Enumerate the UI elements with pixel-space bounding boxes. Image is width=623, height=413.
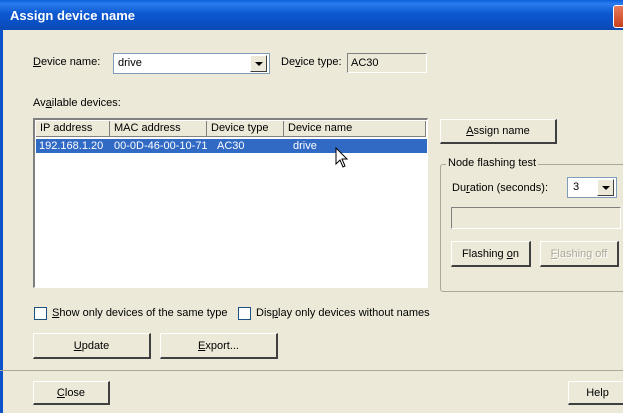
flashing-off-button[interactable]: Flashing off bbox=[540, 241, 619, 267]
title-bar: Assign device name bbox=[0, 0, 623, 30]
cell-device-type: AC30 bbox=[217, 140, 245, 152]
cell-ip: 192.168.1.20 bbox=[39, 140, 104, 152]
column-header-ip[interactable]: IP address bbox=[36, 121, 110, 137]
device-name-dropdown-icon[interactable] bbox=[250, 55, 267, 72]
column-header-device-type[interactable]: Device type bbox=[207, 121, 284, 137]
export-button[interactable]: Export... bbox=[160, 333, 278, 359]
close-button[interactable]: Close bbox=[33, 381, 110, 405]
table-row[interactable]: 192.168.1.20 00-0D-46-00-10-71 AC30 driv… bbox=[36, 139, 427, 153]
window-close-button[interactable] bbox=[613, 5, 623, 28]
no-names-checkbox[interactable] bbox=[238, 307, 251, 320]
available-devices-list[interactable]: IP address MAC address Device type Devic… bbox=[33, 118, 428, 288]
same-type-checkbox[interactable] bbox=[34, 307, 47, 320]
cell-device-name: drive bbox=[293, 140, 317, 152]
update-button[interactable]: Update bbox=[33, 333, 151, 359]
device-type-value: AC30 bbox=[351, 57, 379, 69]
mouse-cursor-icon bbox=[335, 147, 349, 168]
device-name-value: drive bbox=[118, 57, 142, 69]
flashing-progress-field bbox=[451, 207, 621, 229]
window-title: Assign device name bbox=[10, 8, 135, 23]
column-header-device-name[interactable]: Device name bbox=[284, 121, 426, 137]
no-names-label: Display only devices without names bbox=[256, 307, 430, 319]
help-button[interactable]: Help bbox=[568, 381, 623, 405]
same-type-label: Show only devices of the same type bbox=[52, 307, 228, 319]
window-frame-left bbox=[0, 30, 3, 413]
flashing-on-button[interactable]: Flashing on bbox=[451, 241, 531, 267]
cell-mac: 00-0D-46-00-10-71 bbox=[114, 140, 208, 152]
column-header-mac[interactable]: MAC address bbox=[110, 121, 207, 137]
node-flashing-group-label: Node flashing test bbox=[446, 157, 539, 169]
device-name-combobox[interactable]: drive bbox=[113, 53, 270, 74]
duration-value: 3 bbox=[573, 181, 580, 193]
device-type-field: AC30 bbox=[347, 53, 427, 73]
separator bbox=[0, 370, 623, 371]
device-name-label: Device name: bbox=[33, 56, 101, 68]
assign-name-button[interactable]: Assign name bbox=[440, 119, 557, 144]
duration-combobox[interactable]: 3 bbox=[567, 177, 617, 198]
duration-dropdown-icon[interactable] bbox=[597, 179, 614, 196]
duration-label: Duration (seconds): bbox=[452, 182, 548, 194]
available-devices-label: Available devices: bbox=[33, 97, 121, 109]
device-type-label: Device type: bbox=[281, 56, 342, 68]
